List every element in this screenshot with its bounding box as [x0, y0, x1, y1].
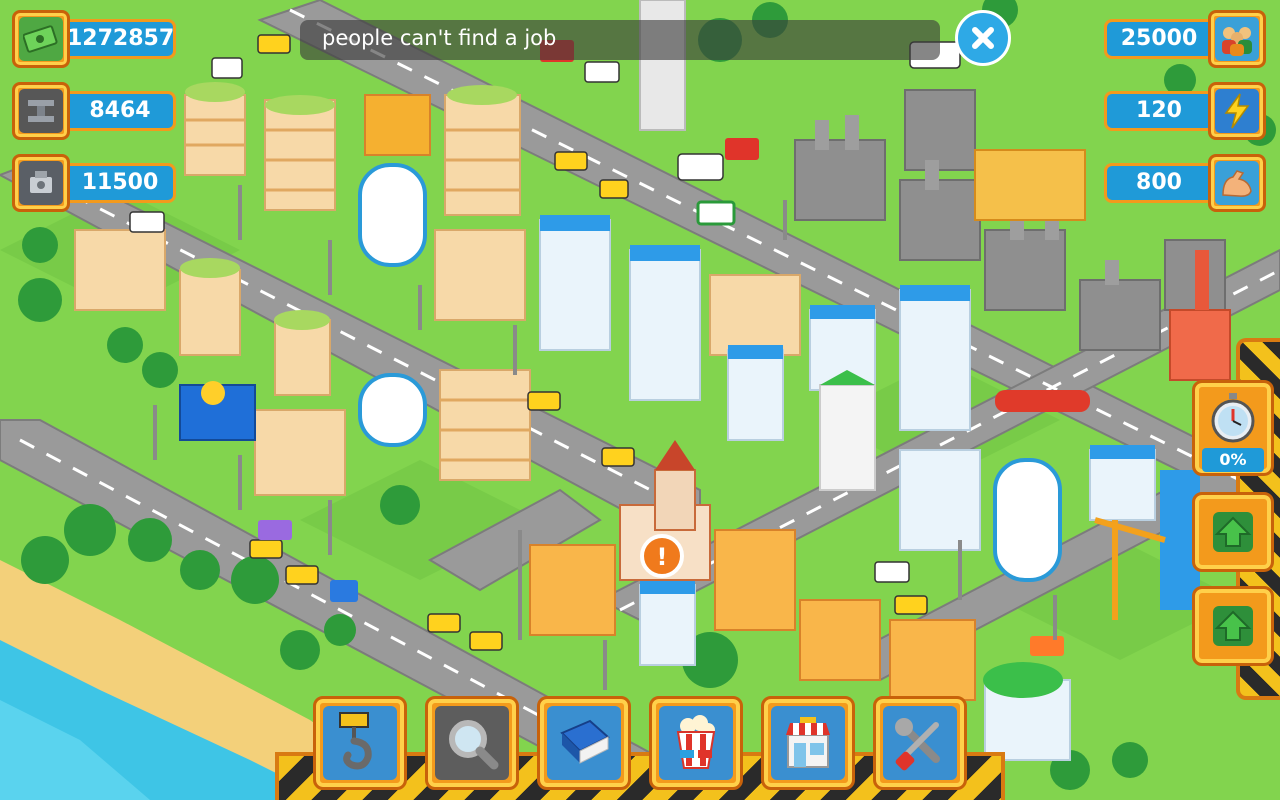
shop-icon [786, 717, 830, 768]
book-button[interactable] [537, 696, 631, 790]
population-counter[interactable]: 25000 [1104, 10, 1266, 68]
upgrade-button-2[interactable] [1192, 586, 1274, 666]
entertainment-button[interactable] [649, 696, 743, 790]
crane-hook-icon [339, 712, 372, 770]
book-icon [560, 719, 610, 764]
build-button[interactable] [313, 696, 407, 790]
lightning-icon[interactable] [1208, 82, 1266, 140]
close-notification-button[interactable] [955, 10, 1011, 66]
energy-value: 120 [1104, 91, 1214, 131]
magnifier-icon [449, 720, 499, 770]
money-icon[interactable] [12, 10, 70, 68]
engine-icon[interactable] [12, 154, 70, 212]
notification-banner[interactable]: people can't find a job [300, 20, 940, 60]
workforce-counter[interactable]: 800 [1104, 154, 1266, 212]
timer-percent: 0% [1202, 448, 1264, 472]
machinery-counter[interactable]: 11500 [12, 154, 176, 212]
popcorn-icon [676, 715, 716, 769]
settings-button[interactable] [873, 696, 967, 790]
population-value: 25000 [1104, 19, 1214, 59]
people-icon[interactable] [1208, 10, 1266, 68]
bicep-icon[interactable] [1208, 154, 1266, 212]
workforce-value: 800 [1104, 163, 1214, 203]
steel-counter[interactable]: 8464 [12, 82, 176, 140]
money-counter[interactable]: 1272857 [12, 10, 176, 68]
tools-icon [895, 718, 940, 771]
notification-text: people can't find a job [322, 26, 557, 50]
up-arrow-icon [1213, 512, 1253, 552]
search-button[interactable] [425, 696, 519, 790]
machinery-value: 11500 [64, 163, 176, 203]
close-icon [972, 27, 994, 49]
energy-counter[interactable]: 120 [1104, 82, 1266, 140]
upgrade-button-1[interactable] [1192, 492, 1274, 572]
shop-button[interactable] [761, 696, 855, 790]
steel-value: 8464 [64, 91, 176, 131]
svg-text:!: ! [657, 543, 668, 571]
up-arrow-icon [1213, 606, 1253, 646]
stopwatch-icon [1211, 393, 1255, 443]
money-value: 1272857 [64, 19, 176, 59]
steel-beam-icon[interactable] [12, 82, 70, 140]
city-map[interactable]: ! [0, 0, 1280, 800]
